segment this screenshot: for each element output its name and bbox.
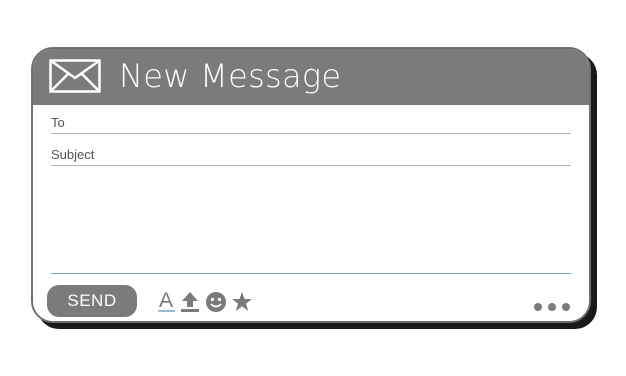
upload-icon[interactable] (179, 289, 201, 313)
compose-body: To Subject SEND A (33, 105, 589, 321)
star-icon[interactable] (231, 289, 253, 313)
envelope-icon (49, 59, 101, 93)
svg-text:A: A (159, 289, 173, 312)
to-label: To (51, 115, 65, 130)
message-body-input[interactable] (51, 177, 571, 274)
to-field[interactable]: To (51, 111, 571, 134)
window-title: New Message (119, 57, 342, 95)
compose-header: New Message (33, 49, 589, 105)
emoji-icon[interactable] (205, 289, 227, 313)
subject-field[interactable]: Subject (51, 143, 571, 166)
subject-label: Subject (51, 147, 95, 162)
font-icon[interactable]: A (157, 289, 179, 313)
more-icon[interactable] (533, 297, 571, 311)
compose-window: New Message To Subject SEND A (31, 47, 591, 323)
send-button[interactable]: SEND (47, 285, 137, 317)
